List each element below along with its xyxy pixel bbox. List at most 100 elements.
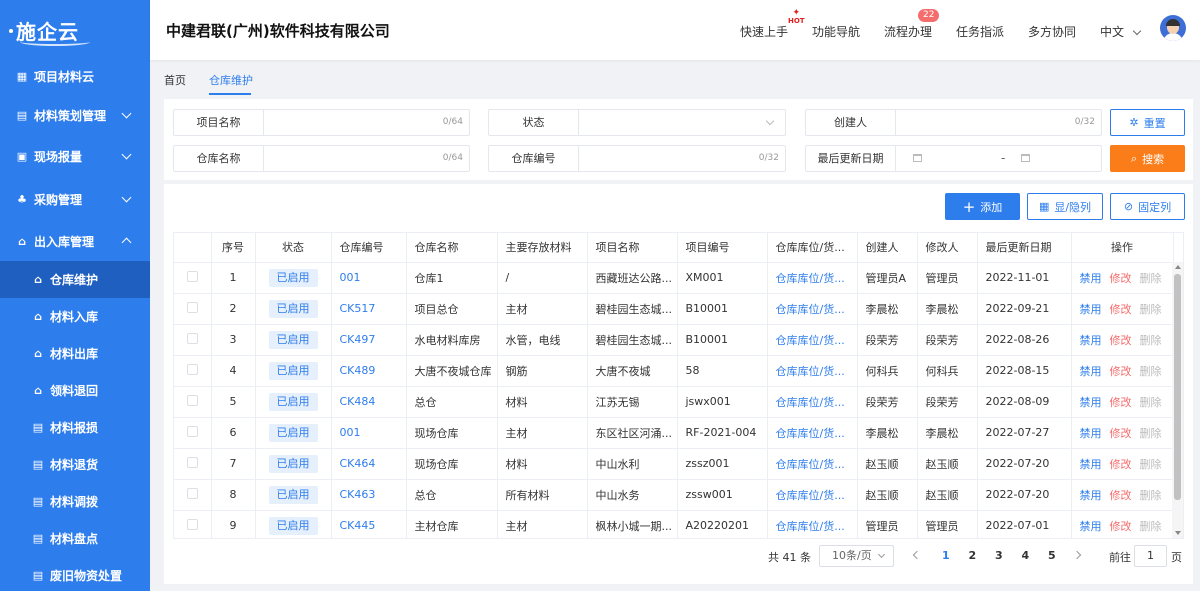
disable-button[interactable]: 禁用 — [1080, 272, 1102, 285]
sidebar-subitem-8[interactable]: ▤ 废旧物资处置 — [0, 557, 150, 591]
page-number[interactable]: 4 — [1022, 549, 1030, 562]
delete-button[interactable]: 删除 — [1140, 396, 1162, 409]
goto-page-input[interactable]: 1 — [1134, 545, 1167, 567]
sidebar-subitem-5[interactable]: ▤ 材料退货 — [0, 446, 150, 483]
warehouse-code-field[interactable]: 仓库编号 0/32 — [488, 145, 786, 172]
project-name-field[interactable]: 项目名称 0/64 — [173, 109, 470, 136]
location-link[interactable]: 仓库库位/货... — [776, 334, 845, 347]
row-checkbox[interactable] — [186, 394, 198, 406]
edit-button[interactable]: 修改 — [1110, 427, 1132, 440]
delete-button[interactable]: 删除 — [1140, 365, 1162, 378]
edit-button[interactable]: 修改 — [1110, 489, 1132, 502]
location-link[interactable]: 仓库库位/货... — [776, 272, 845, 285]
task-assign-link[interactable]: 任务指派 — [956, 23, 1004, 40]
sidebar-subitem-3[interactable]: ⌂ 领料退回 — [0, 372, 150, 409]
edit-button[interactable]: 修改 — [1110, 272, 1132, 285]
location-link[interactable]: 仓库库位/货... — [776, 427, 845, 440]
sidebar-subitem-1[interactable]: ⌂ 材料入库 — [0, 298, 150, 335]
function-nav-link[interactable]: 功能导航 — [812, 23, 860, 40]
warehouse-name-input[interactable] — [266, 148, 406, 169]
sidebar-subitem-6[interactable]: ▤ 材料调拨 — [0, 483, 150, 520]
calendar-icon[interactable] — [913, 154, 922, 162]
sidebar-subitem-0[interactable]: ⌂ 仓库维护 — [0, 261, 150, 298]
sidebar-item-3[interactable]: ♣ 采购管理 — [0, 181, 150, 218]
warehouse-code-link[interactable]: CK489 — [340, 364, 376, 377]
sidebar-item-4[interactable]: ⌂ 出入库管理 — [0, 223, 150, 260]
sidebar-subitem-7[interactable]: ▤ 材料盘点 — [0, 520, 150, 557]
disable-button[interactable]: 禁用 — [1080, 396, 1102, 409]
location-link[interactable]: 仓库库位/货... — [776, 489, 845, 502]
edit-button[interactable]: 修改 — [1110, 365, 1132, 378]
delete-button[interactable]: 删除 — [1140, 303, 1162, 316]
delete-button[interactable]: 删除 — [1140, 458, 1162, 471]
warehouse-name-field[interactable]: 仓库名称 0/64 — [173, 145, 470, 172]
creator-field[interactable]: 创建人 0/32 — [805, 109, 1102, 136]
row-checkbox[interactable] — [186, 425, 198, 437]
location-link[interactable]: 仓库库位/货... — [776, 365, 845, 378]
warehouse-code-link[interactable]: CK464 — [340, 457, 376, 470]
tab-home[interactable]: 首页 — [164, 72, 186, 88]
page-size-select[interactable]: 10条/页 — [819, 545, 894, 567]
calendar-icon[interactable] — [1021, 154, 1030, 162]
reset-button[interactable]: ✲ 重置 — [1110, 109, 1185, 136]
scroll-down-icon[interactable] — [1175, 531, 1181, 535]
disable-button[interactable]: 禁用 — [1080, 489, 1102, 502]
edit-button[interactable]: 修改 — [1110, 458, 1132, 471]
disable-button[interactable]: 禁用 — [1080, 303, 1102, 316]
creator-input[interactable] — [898, 112, 1038, 133]
last-update-range[interactable]: 最后更新日期 - — [805, 145, 1102, 172]
process-link[interactable]: 流程办理 22 — [884, 9, 940, 40]
status-select[interactable]: 状态 — [488, 109, 786, 136]
table-scrollbar[interactable] — [1172, 262, 1183, 538]
row-checkbox[interactable] — [186, 456, 198, 468]
row-checkbox[interactable] — [186, 332, 198, 344]
edit-button[interactable]: 修改 — [1110, 396, 1132, 409]
delete-button[interactable]: 删除 — [1140, 272, 1162, 285]
delete-button[interactable]: 删除 — [1140, 427, 1162, 440]
prev-page-icon[interactable] — [912, 550, 922, 560]
user-avatar[interactable] — [1160, 15, 1186, 41]
brand-logo[interactable]: 施企云 — [0, 0, 150, 60]
disable-button[interactable]: 禁用 — [1080, 427, 1102, 440]
warehouse-code-link[interactable]: CK463 — [340, 488, 376, 501]
sidebar-item-2[interactable]: ▣ 现场报量 — [0, 138, 150, 175]
location-link[interactable]: 仓库库位/货... — [776, 396, 845, 409]
language-select[interactable]: 中文 — [1100, 23, 1142, 40]
disable-button[interactable]: 禁用 — [1080, 520, 1102, 533]
sidebar-subitem-2[interactable]: ⌂ 材料出库 — [0, 335, 150, 372]
row-checkbox[interactable] — [186, 270, 198, 282]
warehouse-code-link[interactable]: CK445 — [340, 519, 376, 532]
scroll-thumb[interactable] — [1174, 274, 1181, 500]
edit-button[interactable]: 修改 — [1110, 520, 1132, 533]
page-number[interactable]: 3 — [995, 549, 1003, 562]
location-link[interactable]: 仓库库位/货... — [776, 458, 845, 471]
page-number[interactable]: 2 — [969, 549, 977, 562]
add-button[interactable]: + 添加 — [945, 193, 1020, 220]
location-link[interactable]: 仓库库位/货... — [776, 520, 845, 533]
warehouse-code-link[interactable]: CK517 — [340, 302, 376, 315]
row-checkbox[interactable] — [186, 518, 198, 530]
warehouse-code-input[interactable] — [581, 148, 721, 169]
row-checkbox[interactable] — [186, 363, 198, 375]
fix-columns-button[interactable]: ⊘ 固定列 — [1110, 193, 1185, 220]
tab-warehouse[interactable]: 仓库维护 — [209, 72, 253, 88]
warehouse-code-link[interactable]: CK484 — [340, 395, 376, 408]
scroll-up-icon[interactable] — [1175, 265, 1181, 269]
row-checkbox[interactable] — [186, 487, 198, 499]
disable-button[interactable]: 禁用 — [1080, 458, 1102, 471]
warehouse-code-link[interactable]: 001 — [340, 271, 361, 284]
show-hide-columns-button[interactable]: ▦ 显/隐列 — [1027, 193, 1103, 220]
page-number[interactable]: 5 — [1048, 549, 1056, 562]
quick-start-link[interactable]: 快速上手 ✦ HOT — [740, 9, 805, 40]
edit-button[interactable]: 修改 — [1110, 303, 1132, 316]
edit-button[interactable]: 修改 — [1110, 334, 1132, 347]
project-name-input[interactable] — [266, 112, 406, 133]
disable-button[interactable]: 禁用 — [1080, 334, 1102, 347]
warehouse-code-link[interactable]: CK497 — [340, 333, 376, 346]
collab-link[interactable]: 多方协同 — [1028, 23, 1076, 40]
sidebar-item-0[interactable]: ▦ 项目材料云 — [0, 58, 150, 95]
warehouse-code-link[interactable]: 001 — [340, 426, 361, 439]
delete-button[interactable]: 删除 — [1140, 520, 1162, 533]
delete-button[interactable]: 删除 — [1140, 334, 1162, 347]
location-link[interactable]: 仓库库位/货... — [776, 303, 845, 316]
